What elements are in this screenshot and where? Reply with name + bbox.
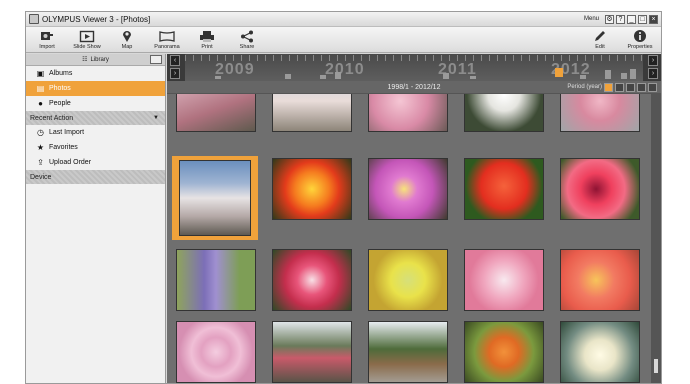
photo-thumbnail[interactable]: [368, 249, 448, 311]
person-icon: ●: [38, 99, 43, 108]
period-all-button[interactable]: [648, 82, 657, 92]
album-icon: ▣: [36, 69, 45, 78]
period-week-button[interactable]: [626, 82, 635, 92]
photo-thumbnail[interactable]: [368, 321, 448, 383]
collapse-arrow-icon[interactable]: ▼: [153, 115, 159, 121]
app-icon: [29, 14, 39, 24]
import-button[interactable]: Import: [32, 29, 62, 50]
period-year-button[interactable]: [604, 82, 613, 92]
timeline-next-button[interactable]: ›: [648, 55, 658, 66]
import-icon: [39, 29, 55, 43]
period-month-button[interactable]: [615, 82, 624, 92]
photo-thumbnail[interactable]: [368, 158, 448, 220]
title-bar: OLYMPUS Viewer 3 - [Photos] Menu ⚙ ? _ □…: [26, 12, 661, 27]
window-title: OLYMPUS Viewer 3 - [Photos]: [42, 14, 151, 24]
panorama-icon: [159, 29, 175, 43]
recent-action-header[interactable]: Recent Action ▼: [26, 111, 165, 125]
minimize-button[interactable]: _: [627, 14, 636, 24]
main-panel: ‹ › 2009 2010 2011 2012 › › 1998/1 - 201…: [167, 54, 661, 383]
photo-thumbnail[interactable]: [272, 158, 352, 220]
sidebar: ☷ Library ▣ Albums ▤ Photos ● People Rec…: [26, 54, 166, 383]
help-icon[interactable]: ?: [616, 14, 625, 24]
close-button[interactable]: ×: [649, 14, 658, 24]
scroll-thumb[interactable]: [654, 359, 658, 373]
photo-thumbnail[interactable]: [176, 321, 256, 383]
range-bar: 1998/1 - 2012/12 Period (year): [167, 81, 661, 94]
info-icon: [633, 29, 647, 43]
menu-button[interactable]: Menu: [584, 16, 599, 22]
photo-thumbnail[interactable]: [272, 321, 352, 383]
sidebar-item-people[interactable]: ● People: [26, 96, 165, 111]
timeline-back-button[interactable]: ›: [170, 68, 180, 79]
period-selector: Period (year): [567, 82, 657, 92]
photos-icon: ▤: [36, 84, 45, 93]
slideshow-icon: [79, 29, 95, 43]
device-header[interactable]: Device: [26, 170, 165, 184]
photo-thumbnail[interactable]: [464, 249, 544, 311]
library-label: Library: [90, 56, 109, 63]
properties-button[interactable]: Properties: [625, 29, 655, 50]
settings-icon[interactable]: ⚙: [605, 14, 614, 24]
star-icon: ★: [36, 143, 45, 152]
folder-icon[interactable]: [150, 55, 162, 64]
photo-thumbnail[interactable]: [368, 94, 448, 132]
maximize-button[interactable]: □: [638, 14, 647, 24]
toolbar: Import Slide Show Map Panorama Print Sha…: [26, 27, 661, 53]
map-pin-icon: [121, 29, 133, 43]
app-window: OLYMPUS Viewer 3 - [Photos] Menu ⚙ ? _ □…: [25, 11, 662, 384]
photo-thumbnail[interactable]: [272, 249, 352, 311]
timeline-band[interactable]: 2009 2010 2011 2012: [185, 54, 643, 81]
clock-icon: ◷: [37, 128, 44, 137]
photo-thumbnail[interactable]: [560, 249, 640, 311]
photo-thumbnail[interactable]: [464, 94, 544, 132]
timeline-prev-button[interactable]: ‹: [170, 55, 180, 66]
photo-thumbnail[interactable]: [464, 321, 544, 383]
edit-button[interactable]: Edit: [585, 29, 615, 50]
panorama-button[interactable]: Panorama: [152, 29, 182, 50]
pencil-icon: [593, 29, 607, 43]
period-label: Period (year): [567, 84, 602, 90]
sidebar-item-favorites[interactable]: ★ Favorites: [26, 140, 165, 155]
library-icon: ☷: [82, 57, 88, 63]
sidebar-item-albums[interactable]: ▣ Albums: [26, 66, 165, 81]
photo-thumbnail[interactable]: [560, 158, 640, 220]
photo-grid: [167, 94, 651, 383]
timeline-selection-marker[interactable]: [555, 68, 563, 77]
map-button[interactable]: Map: [112, 29, 142, 50]
vertical-scrollbar[interactable]: [651, 94, 661, 383]
photo-thumbnail-selected[interactable]: [179, 160, 251, 236]
library-header: ☷ Library: [26, 54, 165, 66]
photo-thumbnail[interactable]: [464, 158, 544, 220]
photo-thumbnail[interactable]: [272, 94, 352, 132]
timeline-histogram: [185, 69, 643, 79]
photo-thumbnail[interactable]: [176, 249, 256, 311]
share-button[interactable]: Share: [232, 29, 262, 50]
sidebar-item-upload-order[interactable]: ⇪ Upload Order: [26, 155, 165, 170]
share-icon: [240, 29, 254, 43]
slideshow-button[interactable]: Slide Show: [72, 29, 102, 50]
sidebar-item-photos[interactable]: ▤ Photos: [26, 81, 165, 96]
photo-thumbnail[interactable]: [176, 94, 256, 132]
timeline[interactable]: ‹ › 2009 2010 2011 2012 › ›: [167, 54, 661, 81]
printer-icon: [199, 29, 215, 43]
upload-icon: ⇪: [37, 158, 44, 167]
photo-thumbnail[interactable]: [560, 321, 640, 383]
period-day-button[interactable]: [637, 82, 646, 92]
photo-thumbnail[interactable]: [560, 94, 640, 132]
timeline-forward-button[interactable]: ›: [648, 68, 658, 79]
print-button[interactable]: Print: [192, 29, 222, 50]
sidebar-item-last-import[interactable]: ◷ Last Import: [26, 125, 165, 140]
